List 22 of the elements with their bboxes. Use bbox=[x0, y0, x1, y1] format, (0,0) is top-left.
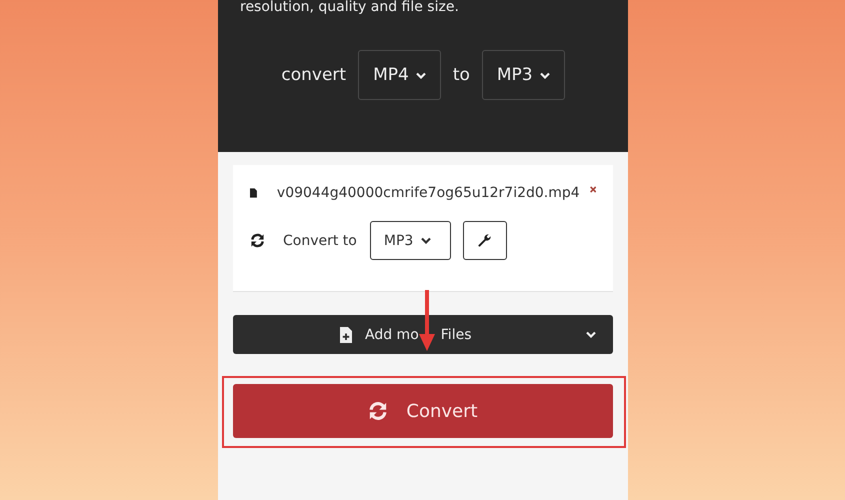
chevron-down-icon bbox=[421, 237, 432, 244]
button-label: Files bbox=[440, 326, 472, 342]
source-format-dropdown[interactable]: MP4 bbox=[358, 50, 441, 100]
format-dropdown[interactable]: MP3 bbox=[370, 221, 451, 260]
button-label: Add mo bbox=[365, 326, 419, 342]
add-files-button[interactable]: Add mo Files bbox=[233, 315, 613, 354]
description-text: resolution, quality and file size. bbox=[240, 0, 460, 16]
sync-icon bbox=[250, 233, 265, 248]
settings-button[interactable] bbox=[462, 221, 507, 260]
sync-icon bbox=[368, 401, 388, 421]
target-format-dropdown[interactable]: MP3 bbox=[482, 50, 565, 100]
chevron-down-icon bbox=[416, 72, 426, 78]
chevron-down-icon bbox=[586, 331, 596, 338]
convert-button[interactable]: Convert bbox=[233, 384, 613, 438]
to-label: to bbox=[452, 65, 470, 85]
file-add-icon bbox=[340, 326, 352, 342]
chevron-down-icon bbox=[540, 72, 550, 78]
convert-label: convert bbox=[281, 65, 346, 85]
close-icon[interactable] bbox=[590, 184, 596, 194]
wrench-icon bbox=[477, 233, 492, 248]
file-name: v09044g40000cmrife7og65u12r7i2d0.mp4 bbox=[276, 185, 580, 201]
convert-to-label: Convert to bbox=[283, 232, 357, 248]
